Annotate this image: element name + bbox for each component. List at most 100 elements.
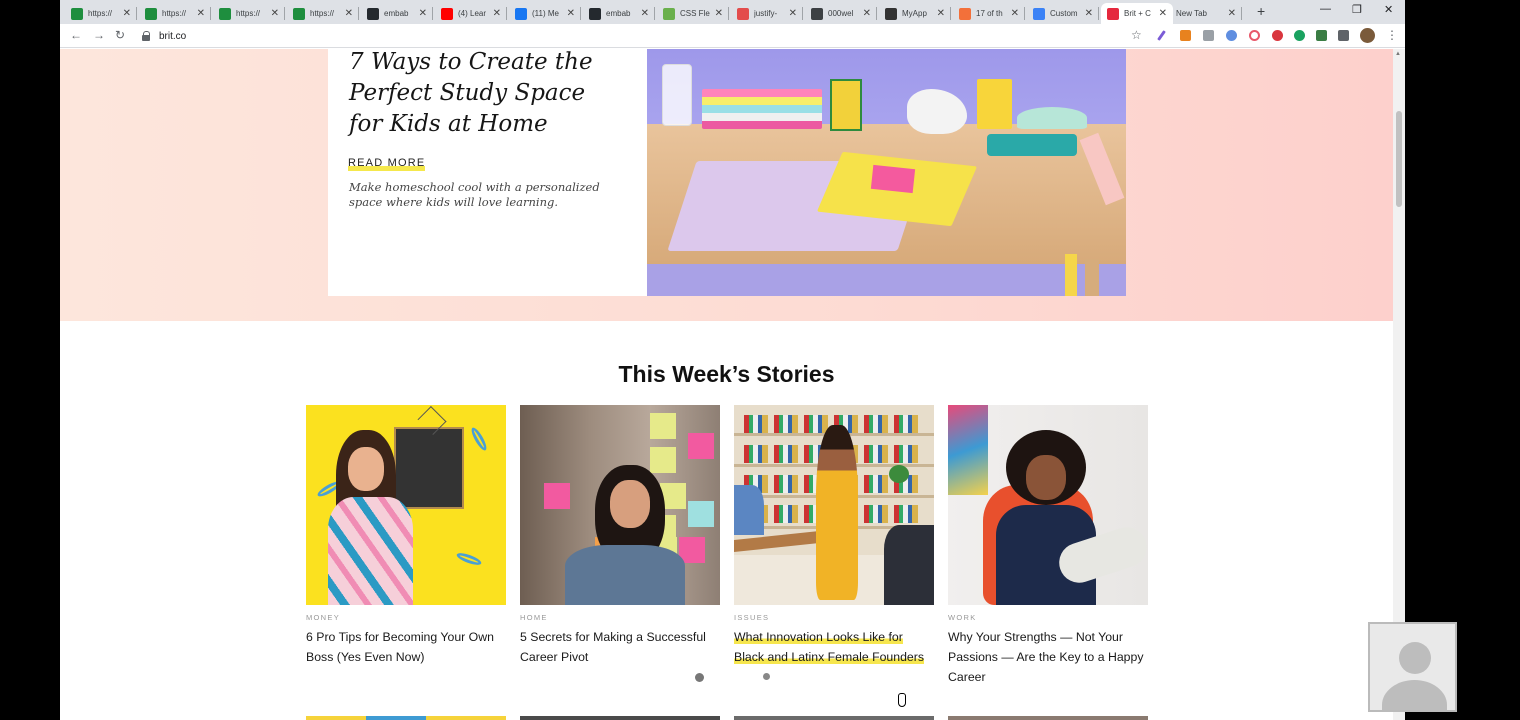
- sheets-icon: [145, 7, 157, 20]
- pen-extension-icon[interactable]: [1157, 30, 1166, 41]
- browser-tab[interactable]: https:// ✕: [139, 3, 211, 24]
- browser-tab[interactable]: (11) Me ✕: [509, 3, 581, 24]
- back-button[interactable]: ←: [70, 28, 82, 42]
- story-headline[interactable]: Why Your Strengths — Not Your Passions —…: [948, 627, 1144, 687]
- browser-tab[interactable]: Custom ✕: [1027, 3, 1099, 24]
- adblock-extension-icon[interactable]: [1272, 30, 1283, 41]
- close-tab-icon[interactable]: ✕: [493, 8, 501, 19]
- profile-avatar[interactable]: [1360, 28, 1375, 43]
- story-thumbnail[interactable]: [948, 405, 1148, 605]
- story-headline[interactable]: 5 Secrets for Making a Successful Career…: [520, 627, 716, 667]
- close-tab-icon[interactable]: ✕: [641, 8, 649, 19]
- hero-image[interactable]: [647, 49, 1126, 296]
- tab-label: https://: [236, 9, 261, 18]
- restore-button[interactable]: ❐: [1352, 3, 1362, 16]
- browser-tab[interactable]: embab ✕: [361, 3, 433, 24]
- bookmark-star-icon[interactable]: ☆: [1131, 28, 1142, 42]
- browser-tab[interactable]: CSS Fle ✕: [657, 3, 729, 24]
- browser-tab[interactable]: https:// ✕: [213, 3, 285, 24]
- browser-tab[interactable]: 17 of th ✕: [953, 3, 1025, 24]
- close-tab-icon[interactable]: ✕: [937, 8, 945, 19]
- github-icon: [367, 7, 379, 20]
- story-category[interactable]: WORK: [948, 613, 977, 622]
- tab-label: https://: [310, 9, 335, 18]
- story-card[interactable]: WORK Why Your Strengths — Not Your Passi…: [948, 405, 1148, 684]
- story-headline[interactable]: What Innovation Looks Like for Black and…: [734, 627, 930, 667]
- facebook-icon: [515, 7, 527, 20]
- browser-tab[interactable]: New Tab ✕: [1170, 3, 1242, 24]
- browser-tab[interactable]: justify- ✕: [731, 3, 803, 24]
- story-card[interactable]: HOME 5 Secrets for Making a Successful C…: [520, 405, 720, 664]
- close-tab-icon[interactable]: ✕: [1011, 8, 1019, 19]
- hero-card: 7 Ways to Create the Perfect Study Space…: [328, 49, 647, 296]
- story-category[interactable]: MONEY: [306, 613, 340, 622]
- browser-tab[interactable]: 000wel ✕: [805, 3, 877, 24]
- target-extension-icon[interactable]: [1249, 30, 1260, 41]
- next-story-thumbnail[interactable]: [734, 716, 934, 720]
- close-tab-icon[interactable]: ✕: [271, 8, 279, 19]
- cube-extension-icon[interactable]: [1316, 30, 1327, 41]
- close-tab-icon[interactable]: ✕: [123, 8, 131, 19]
- story-thumbnail[interactable]: [734, 405, 934, 605]
- browser-menu-icon[interactable]: ⋮: [1386, 28, 1398, 42]
- tab-label: MyApp: [902, 9, 927, 18]
- close-tab-icon[interactable]: ✕: [345, 8, 353, 19]
- reload-button[interactable]: ↻: [115, 28, 125, 42]
- next-story-thumbnail[interactable]: [306, 716, 506, 720]
- bolt-icon: [1033, 7, 1045, 20]
- story-category[interactable]: ISSUES: [734, 613, 769, 622]
- browser-tab[interactable]: embab ✕: [583, 3, 655, 24]
- carousel-dot[interactable]: [763, 673, 770, 680]
- story-thumbnail[interactable]: [306, 405, 506, 605]
- close-tab-icon[interactable]: ✕: [1228, 8, 1236, 19]
- story-thumbnail[interactable]: [520, 405, 720, 605]
- story-category[interactable]: HOME: [520, 613, 548, 622]
- address-bar[interactable]: brit.co: [142, 27, 1152, 45]
- close-tab-icon[interactable]: ✕: [567, 8, 575, 19]
- browser-tab[interactable]: https:// ✕: [65, 3, 137, 24]
- close-tab-icon[interactable]: ✕: [197, 8, 205, 19]
- close-tab-icon[interactable]: ✕: [789, 8, 797, 19]
- browser-toolbar: ← → ↻ brit.co ☆ ⋮: [60, 24, 1405, 48]
- carousel-dot[interactable]: [695, 673, 704, 682]
- lock-icon: [142, 31, 151, 41]
- minimize-button[interactable]: —: [1320, 3, 1331, 15]
- puzzle-extensions-icon[interactable]: [1338, 30, 1349, 41]
- vertical-scrollbar[interactable]: ▲: [1393, 49, 1405, 720]
- next-story-thumbnail[interactable]: [948, 716, 1148, 720]
- url-text: brit.co: [159, 30, 187, 42]
- translate-extension-icon[interactable]: [1226, 30, 1237, 41]
- story-card[interactable]: ISSUES What Innovation Looks Like for Bl…: [734, 405, 934, 664]
- browser-tab[interactable]: https:// ✕: [287, 3, 359, 24]
- ci-extension-icon[interactable]: [1203, 30, 1214, 41]
- browser-tab[interactable]: (4) Lear ✕: [435, 3, 507, 24]
- story-headline[interactable]: 6 Pro Tips for Becoming Your Own Boss (Y…: [306, 627, 502, 667]
- hero-title[interactable]: 7 Ways to Create the Perfect Study Space…: [349, 49, 619, 140]
- close-tab-icon[interactable]: ✕: [1085, 8, 1093, 19]
- close-tab-icon[interactable]: ✕: [419, 8, 427, 19]
- bookmark-icon: [959, 7, 971, 20]
- new-tab-button[interactable]: +: [1257, 3, 1265, 19]
- close-tab-icon[interactable]: ✕: [1159, 8, 1167, 19]
- metamask-extension-icon[interactable]: [1180, 30, 1191, 41]
- close-tab-icon[interactable]: ✕: [863, 8, 871, 19]
- scroll-up-arrow-icon[interactable]: ▲: [1395, 51, 1401, 57]
- user-placeholder-icon: [1399, 642, 1431, 674]
- scrollbar-thumb[interactable]: [1396, 111, 1402, 207]
- tab-label: justify-: [754, 9, 778, 18]
- tab-label: 000wel: [828, 9, 854, 18]
- forward-button[interactable]: →: [93, 28, 105, 42]
- css-tricks-icon: [663, 7, 675, 20]
- close-tab-icon[interactable]: ✕: [715, 8, 723, 19]
- browser-tab[interactable]: MyApp ✕: [879, 3, 951, 24]
- read-more-link[interactable]: READ MORE: [348, 157, 426, 171]
- webcam-overlay: [1368, 622, 1457, 712]
- tab-label: CSS Fle: [680, 9, 710, 18]
- story-card[interactable]: MONEY 6 Pro Tips for Becoming Your Own B…: [306, 405, 506, 664]
- evernote-extension-icon[interactable]: [1294, 30, 1305, 41]
- tab-label: embab: [606, 9, 631, 18]
- youtube-icon: [441, 7, 453, 20]
- browser-tab[interactable]: Brit + C ✕: [1101, 3, 1173, 24]
- next-story-thumbnail[interactable]: [520, 716, 720, 720]
- close-window-button[interactable]: ✕: [1384, 3, 1393, 16]
